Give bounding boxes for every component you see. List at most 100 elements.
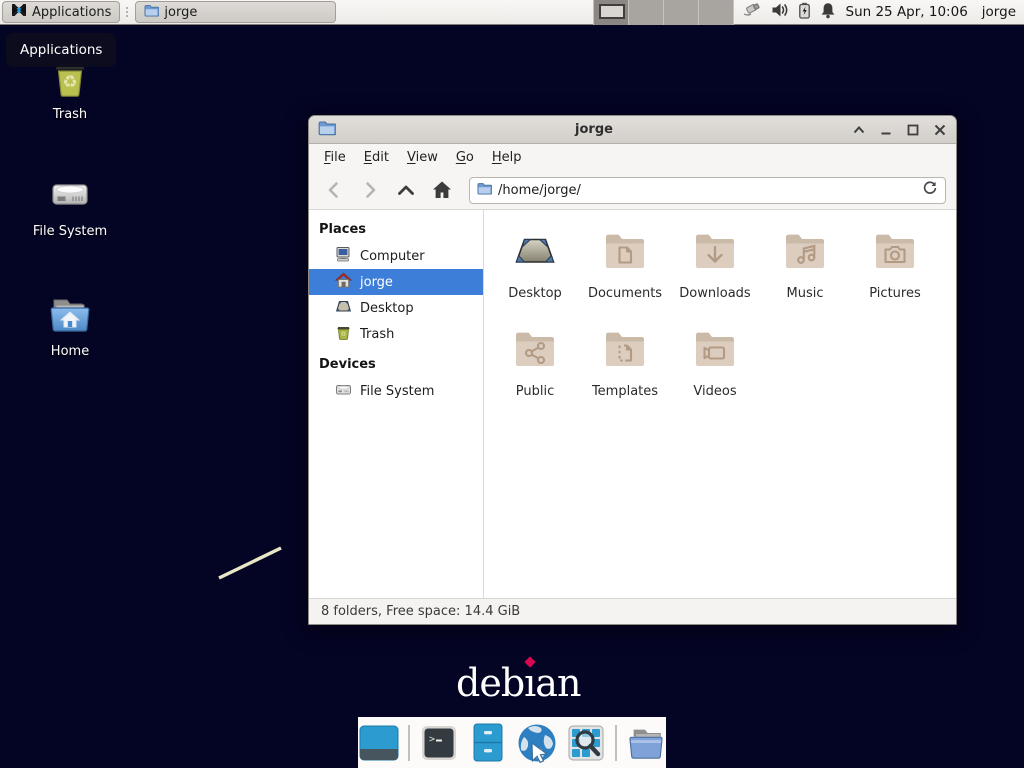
file-item-downloads[interactable]: Downloads [670,224,760,322]
web-browser-icon[interactable] [517,723,557,763]
menu-view[interactable]: View [398,146,447,169]
xfce-applications-icon [11,2,27,22]
toolbar: /home/jorge/ [309,171,956,210]
up-button[interactable] [391,176,421,204]
path-input[interactable]: /home/jorge/ [498,183,916,198]
folder-icon [144,3,159,22]
workspace-switcher [593,0,734,25]
forward-button[interactable] [355,176,385,204]
clock: Sun 25 Apr, 10:06 [846,4,968,20]
dock-separator [615,725,617,761]
file-manager-window: jorge File Edit View Go Help [308,115,957,625]
hard-drive-icon [46,170,94,218]
system-tray [742,2,836,23]
music-folder-icon [781,226,829,274]
menu-edit[interactable]: Edit [355,146,398,169]
debian-logo: debıan [456,661,580,705]
sidebar-item-label: Desktop [360,301,414,316]
taskbar-window-label: jorge [164,5,197,20]
volume-icon[interactable] [771,2,789,22]
top-panel: Applications jorge [0,0,1024,25]
file-manager-icon[interactable] [468,723,508,763]
home-house-icon [335,272,352,293]
close-button[interactable] [933,123,947,137]
desktop-icon-label: File System [22,224,118,239]
applications-menu-button[interactable]: Applications [2,1,120,23]
show-desktop-icon[interactable] [359,723,399,763]
sidebar-item-label: jorge [360,275,393,290]
back-button[interactable] [319,176,349,204]
desktop-place-icon [335,298,352,319]
applications-tooltip: Applications [6,33,116,67]
dock-separator [408,725,410,761]
desktop: Applications jorge [0,0,1024,768]
public-folder-icon [511,324,559,372]
sidebar-item-jorge[interactable]: jorge [309,269,483,295]
battery-icon[interactable] [798,2,811,23]
menu-file[interactable]: File [315,146,355,169]
dock-panel: > [358,717,666,768]
svg-text:>: > [429,734,435,745]
sidebar-item-label: Trash [360,327,394,342]
sidebar: Places Computer [309,210,484,598]
window-folder-icon [318,119,336,141]
devices-header: Devices [309,347,483,378]
computer-icon [335,246,352,267]
desktop-icon-label: Home [22,344,118,359]
file-item-videos[interactable]: Videos [670,322,760,420]
workspace-window-miniature [599,4,625,19]
menu-go[interactable]: Go [447,146,483,169]
file-item-desktop[interactable]: Desktop [490,224,580,322]
file-item-pictures[interactable]: Pictures [850,224,940,322]
taskbar-window-button[interactable]: jorge [135,1,336,23]
stray-line-artifact [212,542,288,586]
application-finder-icon[interactable] [566,723,606,763]
workspace-3[interactable] [664,0,699,25]
user-label: jorge [982,4,1016,20]
file-view: Desktop Documents [484,210,956,598]
sidebar-item-trash[interactable]: ♻ Trash [309,321,483,347]
workspace-1[interactable] [594,0,629,25]
path-bar[interactable]: /home/jorge/ [469,177,946,204]
directory-menu-icon[interactable] [626,723,666,763]
desktop-icon-home[interactable]: Home [22,290,118,359]
network-plug-icon[interactable] [742,2,762,23]
terminal-icon[interactable]: > [419,723,459,763]
window-title: jorge [336,122,852,137]
places-header: Places [309,218,483,243]
status-text: 8 folders, Free space: 14.4 GiB [321,604,520,619]
bell-icon[interactable] [820,2,836,23]
maximize-button[interactable] [906,123,920,137]
drive-small-icon [335,381,352,402]
minimize-button[interactable] [879,123,893,137]
workspace-2[interactable] [629,0,664,25]
sidebar-item-desktop[interactable]: Desktop [309,295,483,321]
file-item-templates[interactable]: Templates [580,322,670,420]
home-folder-icon [46,290,94,338]
home-button[interactable] [427,176,457,204]
shade-button[interactable] [852,123,866,137]
documents-folder-icon [601,226,649,274]
sidebar-item-label: Computer [360,249,425,264]
menubar: File Edit View Go Help [309,144,956,171]
workspace-4[interactable] [699,0,734,25]
path-folder-icon [477,181,492,200]
videos-folder-icon [691,324,739,372]
desktop-icon-file-system[interactable]: File System [22,170,118,239]
templates-folder-icon [601,324,649,372]
desktop-item-icon [511,226,559,274]
file-item-public[interactable]: Public [490,322,580,420]
downloads-folder-icon [691,226,739,274]
file-item-music[interactable]: Music [760,224,850,322]
reload-icon[interactable] [922,180,938,200]
window-titlebar[interactable]: jorge [309,116,956,144]
sidebar-item-label: File System [360,384,434,399]
sidebar-item-file-system[interactable]: File System [309,378,483,404]
file-item-documents[interactable]: Documents [580,224,670,322]
desktop-icon-label: Trash [22,107,118,122]
svg-text:♻: ♻ [62,73,77,93]
sidebar-item-computer[interactable]: Computer [309,243,483,269]
statusbar: 8 folders, Free space: 14.4 GiB [309,598,956,624]
svg-text:♻: ♻ [341,331,346,338]
menu-help[interactable]: Help [483,146,531,169]
